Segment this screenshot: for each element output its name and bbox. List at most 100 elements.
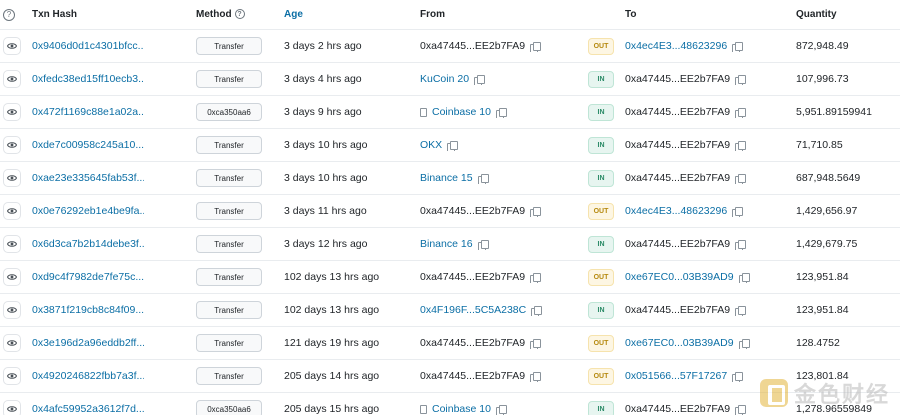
copy-icon[interactable]: [735, 239, 747, 250]
copy-icon[interactable]: [477, 173, 489, 184]
direction-badge: OUT: [588, 202, 614, 220]
view-details-eye-icon[interactable]: [3, 268, 21, 286]
from-cell: 0x4F196F...5C5A238C: [420, 304, 585, 316]
view-details-eye-icon[interactable]: [3, 400, 21, 415]
to-cell: 0xa47445...EE2b7FA9: [625, 304, 790, 316]
to-address[interactable]: 0x4ec4E3...48623296: [625, 205, 727, 217]
direction-badge: OUT: [588, 367, 614, 385]
txn-hash-link[interactable]: 0x0e76292eb1e4be9fa...: [32, 205, 144, 217]
from-address: 0xa47445...EE2b7FA9: [420, 271, 526, 283]
txn-hash-link[interactable]: 0x4920246822fbb7a3f...: [32, 370, 144, 382]
txn-hash-link[interactable]: 0x4afc59952a3612f7d...: [32, 403, 144, 415]
txn-hash-link[interactable]: 0x6d3ca7b2b14debe3f...: [32, 238, 144, 250]
from-address[interactable]: 0x4F196F...5C5A238C: [420, 304, 526, 316]
from-address[interactable]: Coinbase 10: [432, 403, 491, 415]
txn-hash-link[interactable]: 0xfedc38ed15ff10ecb3...: [32, 73, 144, 85]
method-help-icon[interactable]: ?: [234, 9, 245, 20]
to-cell: 0xa47445...EE2b7FA9: [625, 73, 790, 85]
view-details-eye-icon[interactable]: [3, 301, 21, 319]
view-details-eye-icon[interactable]: [3, 169, 21, 187]
header-age[interactable]: Age: [284, 9, 303, 20]
quantity-value: 128.4752: [796, 337, 840, 349]
view-details-eye-icon[interactable]: [3, 37, 21, 55]
txn-hash-link[interactable]: 0x3e196d2a96eddb2ff...: [32, 337, 144, 349]
copy-icon[interactable]: [530, 371, 542, 382]
help-icon[interactable]: ?: [3, 8, 15, 21]
copy-icon[interactable]: [531, 305, 543, 316]
quantity-value: 5,951.89159941: [796, 106, 872, 118]
method-badge: Transfer: [196, 136, 262, 154]
copy-icon[interactable]: [474, 74, 486, 85]
txn-hash-link[interactable]: 0x9406d0d1c4301bfcc...: [32, 40, 144, 52]
txn-hash-link[interactable]: 0xae23e335645fab53f...: [32, 172, 144, 184]
copy-icon[interactable]: [732, 206, 744, 217]
to-address: 0xa47445...EE2b7FA9: [625, 304, 731, 316]
copy-icon[interactable]: [735, 74, 747, 85]
copy-icon[interactable]: [447, 140, 459, 151]
header-to: To: [625, 9, 637, 20]
view-details-eye-icon[interactable]: [3, 367, 21, 385]
from-address[interactable]: Binance 16: [420, 238, 473, 250]
view-details-eye-icon[interactable]: [3, 136, 21, 154]
copy-icon[interactable]: [738, 338, 750, 349]
method-badge: Transfer: [196, 70, 262, 88]
txn-age: 3 days 4 hrs ago: [284, 73, 362, 85]
to-address[interactable]: 0xe67EC0...03B39AD9: [625, 271, 734, 283]
quantity-value: 123,951.84: [796, 304, 849, 316]
copy-icon[interactable]: [732, 41, 744, 52]
from-cell: Coinbase 10: [420, 403, 585, 415]
view-details-eye-icon[interactable]: [3, 103, 21, 121]
view-details-eye-icon[interactable]: [3, 334, 21, 352]
to-cell: 0x4ec4E3...48623296: [625, 205, 790, 217]
quantity-value: 1,429,656.97: [796, 205, 858, 217]
table-row: 0xd9c4f7982de7fe75c... Transfer 102 days 1…: [0, 261, 900, 294]
copy-icon[interactable]: [735, 404, 747, 415]
table-row: 0xae23e335645fab53f... Transfer 3 days 10 …: [0, 162, 900, 195]
quantity-value: 107,996.73: [796, 73, 849, 85]
copy-icon[interactable]: [477, 239, 489, 250]
copy-icon[interactable]: [530, 272, 542, 283]
to-address: 0xa47445...EE2b7FA9: [625, 403, 731, 415]
jinse-logo-icon: [759, 379, 788, 407]
to-address: 0xa47445...EE2b7FA9: [625, 106, 731, 118]
copy-icon[interactable]: [732, 371, 744, 382]
txn-age: 3 days 9 hrs ago: [284, 106, 362, 118]
direction-badge: IN: [588, 103, 614, 121]
from-address: 0xa47445...EE2b7FA9: [420, 40, 526, 52]
copy-icon[interactable]: [530, 206, 542, 217]
from-address[interactable]: Binance 15: [420, 172, 473, 184]
copy-icon[interactable]: [735, 107, 747, 118]
direction-badge: OUT: [588, 37, 614, 55]
txn-hash-link[interactable]: 0xd9c4f7982de7fe75c...: [32, 271, 144, 283]
view-details-eye-icon[interactable]: [3, 235, 21, 253]
txn-hash-link[interactable]: 0x472f1169c88e1a02a...: [32, 106, 144, 118]
copy-icon[interactable]: [738, 272, 750, 283]
table-row: 0x0e76292eb1e4be9fa... Transfer 3 days 11 …: [0, 195, 900, 228]
copy-icon[interactable]: [530, 338, 542, 349]
to-address[interactable]: 0xe67EC0...03B39AD9: [625, 337, 734, 349]
from-address[interactable]: Coinbase 10: [432, 106, 491, 118]
to-address[interactable]: 0x051566...57F17267: [625, 370, 727, 382]
from-address[interactable]: KuCoin 20: [420, 73, 469, 85]
to-cell: 0xa47445...EE2b7FA9: [625, 139, 790, 151]
method-badge: Transfer: [196, 169, 262, 187]
method-badge: Transfer: [196, 268, 262, 286]
view-details-eye-icon[interactable]: [3, 202, 21, 220]
to-address: 0xa47445...EE2b7FA9: [625, 172, 731, 184]
direction-badge: IN: [588, 70, 614, 88]
table-row: 0x3871f219cb8c84f09... Transfer 102 days 1…: [0, 294, 900, 327]
copy-icon[interactable]: [530, 41, 542, 52]
txn-age: 102 days 13 hrs ago: [284, 304, 380, 316]
copy-icon[interactable]: [495, 107, 507, 118]
from-address[interactable]: OKX: [420, 139, 442, 151]
direction-badge: IN: [588, 400, 614, 415]
watermark: 金色财经: [759, 377, 890, 409]
txn-hash-link[interactable]: 0xde7c00958c245a10...: [32, 139, 144, 151]
to-address[interactable]: 0x4ec4E3...48623296: [625, 40, 727, 52]
copy-icon[interactable]: [495, 404, 507, 415]
copy-icon[interactable]: [735, 140, 747, 151]
copy-icon[interactable]: [735, 173, 747, 184]
txn-hash-link[interactable]: 0x3871f219cb8c84f09...: [32, 304, 144, 316]
view-details-eye-icon[interactable]: [3, 70, 21, 88]
copy-icon[interactable]: [735, 305, 747, 316]
